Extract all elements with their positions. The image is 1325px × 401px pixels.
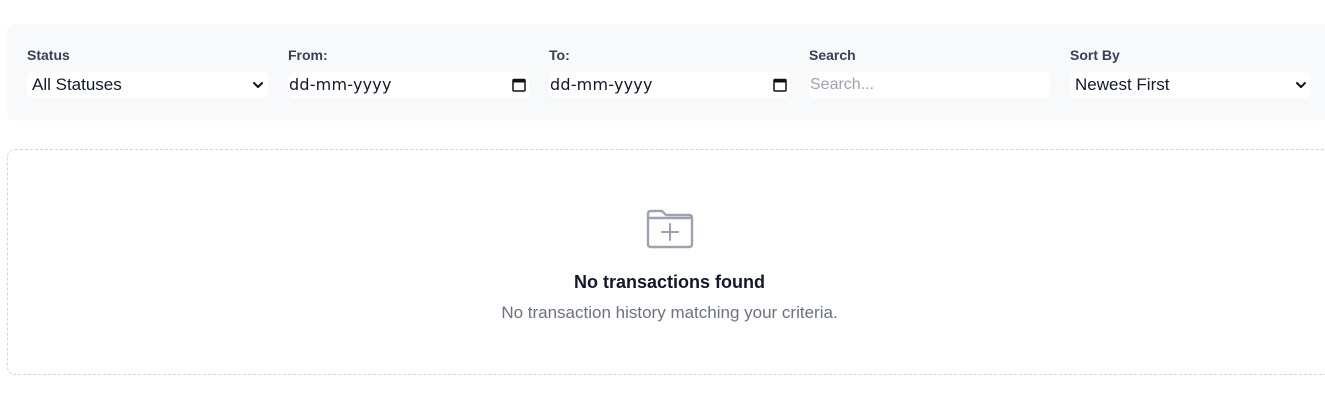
folder-plus-icon	[646, 209, 694, 249]
filter-bar: Status All Statuses From: dd-mm-yyyy To:…	[7, 24, 1325, 119]
to-date-value: dd-mm-yyyy	[550, 75, 653, 94]
from-date-value: dd-mm-yyyy	[289, 75, 392, 94]
calendar-icon[interactable]	[512, 78, 526, 92]
status-filter: Status All Statuses	[27, 46, 268, 98]
to-date-input[interactable]: dd-mm-yyyy	[549, 72, 790, 98]
sort-filter: Sort By Newest First	[1070, 46, 1311, 98]
calendar-icon[interactable]	[773, 78, 787, 92]
chevron-down-icon	[253, 82, 263, 88]
to-label: To:	[549, 47, 570, 63]
search-filter: Search Search...	[809, 46, 1050, 98]
sort-selected-value: Newest First	[1075, 75, 1170, 94]
status-select[interactable]: All Statuses	[27, 72, 268, 98]
empty-state-title: No transactions found	[573, 272, 765, 292]
empty-state: No transactions found No transaction his…	[7, 149, 1325, 375]
search-input[interactable]: Search...	[809, 72, 1050, 98]
from-label: From:	[288, 47, 328, 63]
status-selected-value: All Statuses	[32, 75, 122, 94]
search-label: Search	[809, 47, 856, 63]
chevron-down-icon	[1296, 82, 1306, 88]
sort-select[interactable]: Newest First	[1070, 72, 1311, 98]
search-placeholder: Search...	[810, 76, 875, 93]
to-date-filter: To: dd-mm-yyyy	[549, 46, 790, 98]
sort-label: Sort By	[1070, 47, 1120, 63]
empty-state-description: No transaction history matching your cri…	[501, 303, 838, 322]
from-date-filter: From: dd-mm-yyyy	[288, 46, 529, 98]
status-label: Status	[27, 47, 70, 63]
from-date-input[interactable]: dd-mm-yyyy	[288, 72, 529, 98]
